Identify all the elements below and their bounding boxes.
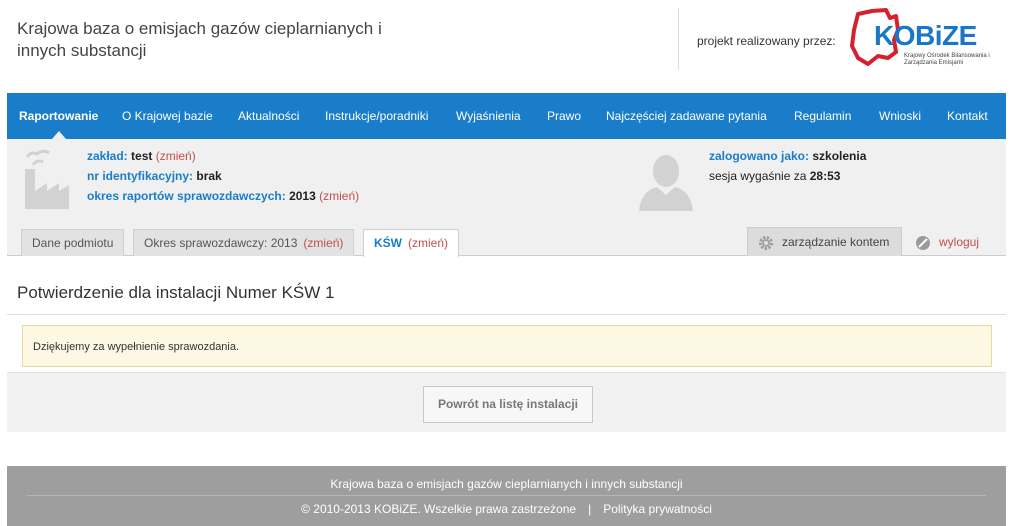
nav-item-instrukcje[interactable]: Instrukcje/poradniki [325,93,428,139]
back-to-installations-button[interactable]: Powrót na listę instalacji [423,386,593,423]
logo-word: KOBiZE [874,20,977,51]
factory-icon [25,149,69,209]
header-divider [678,8,679,70]
session-label: sesja wygaśnie za [709,169,807,183]
account-management-button[interactable]: zarządzanie kontem [747,227,903,256]
gear-icon [759,235,773,250]
tab-ksw-change-link[interactable]: (zmień) [408,236,448,250]
tab-okres-sprawozdawczy[interactable]: Okres sprawozdawczy: 2013 (zmień) [133,229,355,256]
main-nav: Raportowanie O Krajowej bazie Aktualnośc… [7,93,1006,139]
logout-label: wyloguj [939,235,980,249]
footer-separator: | [588,502,592,516]
kobize-logo[interactable]: KOBiZE Krajowy Ośrodek Bilansowania i Za… [848,8,1000,80]
nr-label: nr identyfikacyjny: [87,169,194,183]
footer-legal: © 2010-2013 KOBiZE. Wszelkie prawa zastr… [7,502,1006,516]
logged-row: zalogowano jako: szkolenia [709,149,866,163]
logged-label: zalogowano jako: [709,149,810,163]
zaklad-label: zakład: [87,149,128,163]
nav-item-wyjasnienia[interactable]: Wyjaśnienia [456,93,521,139]
session-countdown: 28:53 [809,169,841,183]
footer-title: Krajowa baza o emisjach gazów cieplarnia… [330,477,683,491]
footer-copyright: © 2010-2013 KOBiZE. Wszelkie prawa zastr… [301,502,577,516]
nav-item-o-krajowej-bazie[interactable]: O Krajowej bazie [122,93,213,139]
active-nav-caret [52,131,66,139]
action-bar: Powrót na listę instalacji [7,372,1006,432]
context-panel: zakład: test (zmień) nr identyfikacyjny:… [7,139,1006,257]
logged-value: szkolenia [812,149,867,163]
zaklad-change-link[interactable]: (zmień) [156,149,196,163]
session-row: sesja wygaśnie za 28:53 [709,169,840,183]
nr-value: brak [196,169,222,183]
nav-item-faq[interactable]: Najczęściej zadawane pytania [606,93,767,139]
logout-icon [916,235,930,250]
site-header: Krajowa baza o emisjach gazów cieplarnia… [0,0,1011,93]
success-alert: Dziękujemy za wypełnienie sprawozdania. [22,325,992,367]
tab-okres-label: Okres sprawozdawczy: 2013 [144,236,298,250]
user-avatar-icon [639,155,693,211]
project-label: projekt realizowany przez: [697,34,836,48]
logo-subtitle: Krajowy Ośrodek Bilansowania i Zarządzan… [904,53,990,66]
nav-item-regulamin[interactable]: Regulamin [794,93,851,139]
tab-dane-podmiotu[interactable]: Dane podmiotu [21,229,125,256]
okres-label: okres raportów sprawozdawczych: [87,189,286,203]
site-title: Krajowa baza o emisjach gazów cieplarnia… [17,19,382,60]
nav-item-aktualnosci[interactable]: Aktualności [238,93,299,139]
nav-item-wnioski[interactable]: Wnioski [879,93,921,139]
zaklad-row: zakład: test (zmień) [87,149,196,163]
page-title: Potwierdzenie dla instalacji Numer KŚW 1 [17,283,335,302]
tab-dane-label: Dane podmiotu [32,236,114,250]
nav-item-kontakt[interactable]: Kontakt [947,93,988,139]
nr-row: nr identyfikacyjny: brak [87,169,222,183]
nav-item-prawo[interactable]: Prawo [547,93,581,139]
privacy-policy-link[interactable]: Polityka prywatności [603,502,712,516]
tab-ksw[interactable]: KŚW (zmień) [363,229,460,257]
logout-link[interactable]: wyloguj [915,229,979,256]
footer-divider [27,495,986,496]
site-footer: Krajowa baza o emisjach gazów cieplarnia… [7,466,1006,526]
tab-ksw-label: KŚW [374,236,402,250]
tab-okres-change-link[interactable]: (zmień) [303,236,343,250]
account-management-label: zarządzanie kontem [782,235,890,249]
page: Krajowa baza o emisjach gazów cieplarnia… [0,0,1011,526]
okres-row: okres raportów sprawozdawczych: 2013 (zm… [87,189,359,203]
title-divider [7,314,1006,315]
okres-value: 2013 [289,189,316,203]
okres-change-link[interactable]: (zmień) [319,189,359,203]
zaklad-value: test [131,149,153,163]
